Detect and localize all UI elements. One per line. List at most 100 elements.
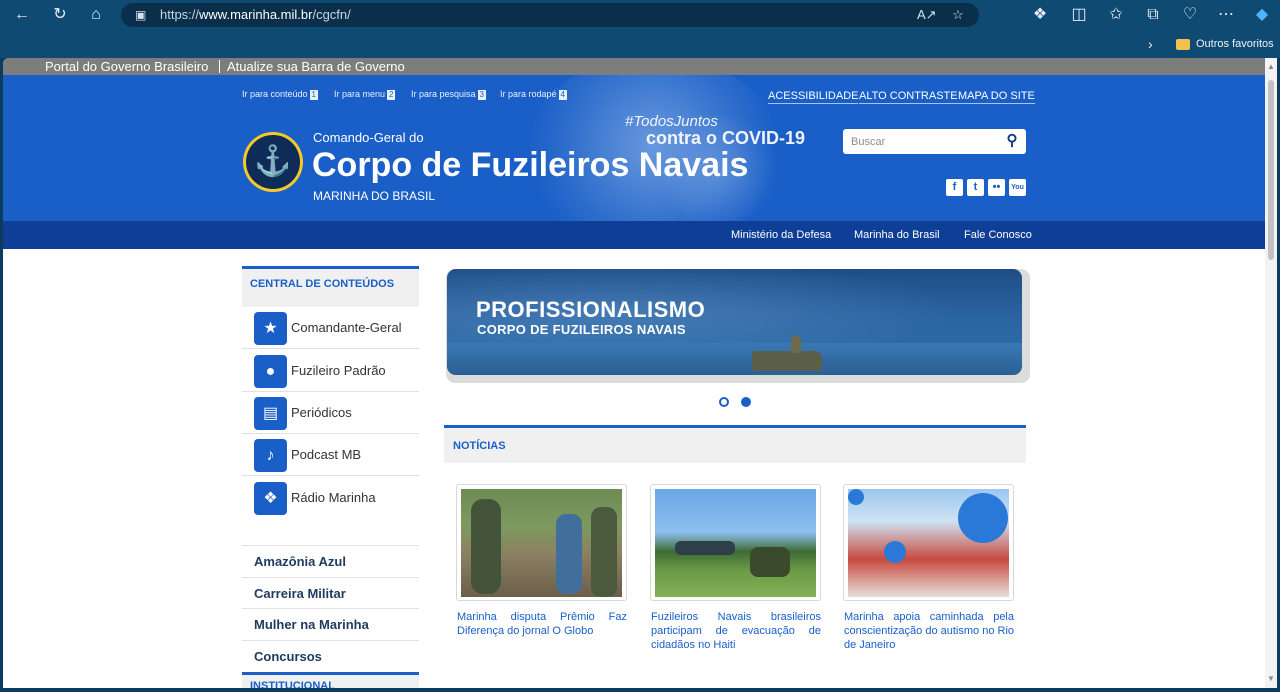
news-photo <box>848 489 1009 597</box>
news-image-2[interactable] <box>650 484 821 601</box>
sidebar-link-carreira-militar[interactable]: Carreira Militar <box>242 577 419 609</box>
sidebar-link-mulher-na-marinha[interactable]: Mulher na Marinha <box>242 608 419 640</box>
site-header: Ir para conteúdo 1 Ir para menu 2 Ir para … <box>3 75 1265 221</box>
banner-slide[interactable]: PROFISSIONALISMO CORPO DE FUZILEIROS NAV… <box>447 269 1022 375</box>
collections-icon[interactable]: ⧉ <box>1141 4 1165 26</box>
sidebar-link-label: Amazônia Azul <box>254 554 346 569</box>
skip-key: 2 <box>387 90 396 100</box>
nav-fale-conosco[interactable]: Fale Conosco <box>964 228 1032 242</box>
read-aloud-icon[interactable]: A↗ <box>917 7 937 23</box>
skip-link-footer[interactable]: Ir para rodapé 4 <box>500 88 567 100</box>
scroll-up-icon[interactable]: ▲ <box>1267 62 1275 72</box>
twitter-icon[interactable]: t <box>967 179 984 196</box>
banner-water <box>447 343 1022 375</box>
covid-slogan: contra o COVID-19 <box>646 128 806 148</box>
news-photo <box>461 489 622 597</box>
book-icon: ▤ <box>254 397 287 430</box>
extensions-icon[interactable]: ❖ <box>1028 4 1052 26</box>
sidebar-item-label: Comandante-Geral <box>291 320 402 335</box>
nav-ministerio-defesa[interactable]: Ministério da Defesa <box>731 228 831 242</box>
skip-label: Ir para conteúdo <box>242 89 308 99</box>
skip-link-menu[interactable]: Ir para menu 2 <box>334 88 396 100</box>
home-icon[interactable]: ⌂ <box>84 4 108 26</box>
address-bar[interactable]: ▣ https://www.marinha.mil.br/cgcfn/ A↗ ☆ <box>121 3 979 27</box>
sidebar-item-label: Rádio Marinha <box>291 490 376 505</box>
youtube-icon[interactable]: You <box>1009 179 1026 196</box>
news-caption-2[interactable]: Fuzileiros Navais brasileiros participam… <box>651 610 821 652</box>
lock-icon: ▣ <box>135 8 147 22</box>
favorites-icon[interactable]: ✩ <box>1104 4 1128 26</box>
carousel-dot-2[interactable] <box>741 397 751 407</box>
photo-balloon <box>848 489 864 505</box>
skip-key: 3 <box>477 90 486 100</box>
banner-vehicle <box>752 351 822 371</box>
page-viewport: Portal do Governo Brasileiro Atualize su… <box>3 58 1265 688</box>
news-heading: NOTÍCIAS <box>444 425 1026 463</box>
sidebar-item-periodicos[interactable]: ▤ Periódicos <box>242 392 419 434</box>
high-contrast-link[interactable]: ALTO CONTRASTE <box>859 89 958 104</box>
scroll-down-icon[interactable]: ▼ <box>1267 674 1275 684</box>
search-box: ⚲ <box>843 129 1026 154</box>
sidebar-item-comandante-geral[interactable]: ★ Comandante-Geral <box>242 307 419 349</box>
sidebar-heading-label: CENTRAL DE CONTEÚDOS <box>250 278 395 290</box>
top-navbar: Ministério da Defesa Marinha do Brasil F… <box>3 221 1265 249</box>
sidebar-item-fuzileiro-padrao[interactable]: ● Fuzileiro Padrão <box>242 350 419 392</box>
sidebar-item-label: Periódicos <box>291 405 352 420</box>
nav-marinha-brasil[interactable]: Marinha do Brasil <box>854 228 940 242</box>
favorites-folder-label[interactable]: Outros favoritos <box>1196 37 1274 51</box>
photo-figure <box>556 514 582 594</box>
site-title[interactable]: Corpo de Fuzileiros Navais <box>312 144 748 186</box>
skip-label: Ir para menu <box>334 89 386 99</box>
flickr-icon[interactable]: •• <box>988 179 1005 196</box>
photo-figure <box>591 507 617 597</box>
accessibility-link[interactable]: ACESSIBILIDADE <box>768 89 859 104</box>
back-icon[interactable]: ← <box>10 4 34 26</box>
sidebar-link-concursos[interactable]: Concursos <box>242 640 419 672</box>
more-menu-icon[interactable]: ⋯ <box>1214 4 1238 26</box>
banner-subtitle: CORPO DE FUZILEIROS NAVAIS <box>477 322 686 337</box>
news-caption-1[interactable]: Marinha disputa Prêmio Faz Diferença do … <box>457 610 627 638</box>
address-url[interactable]: https://www.marinha.mil.br/cgcfn/ <box>160 7 351 23</box>
gov-separator <box>219 60 220 73</box>
site-map-link[interactable]: MAPA DO SITE <box>958 89 1035 104</box>
browser-essentials-icon[interactable]: ♡ <box>1178 4 1202 26</box>
sidebar-link-label: Concursos <box>254 649 322 664</box>
sidebar-link-amazonia-azul[interactable]: Amazônia Azul <box>242 545 419 577</box>
scroll-thumb[interactable] <box>1268 80 1274 260</box>
profile-icon: ● <box>254 355 287 388</box>
skip-key: 1 <box>309 90 318 100</box>
split-screen-icon[interactable]: ◫ <box>1067 4 1091 26</box>
facebook-icon[interactable]: f <box>946 179 963 196</box>
radio-tower-icon: ❖ <box>254 482 287 515</box>
sidebar-item-label: Fuzileiro Padrão <box>291 363 386 378</box>
anchor-icon: ⚓ <box>246 135 300 189</box>
skip-link-search[interactable]: Ir para pesquisa 3 <box>411 88 486 100</box>
refresh-icon[interactable]: ↻ <box>48 4 72 26</box>
search-icon[interactable]: ⚲ <box>1003 132 1021 150</box>
gov-update-link[interactable]: Atualize sua Barra de Governo <box>227 59 405 75</box>
banner-carousel[interactable]: PROFISSIONALISMO CORPO DE FUZILEIROS NAV… <box>446 269 1030 383</box>
sidebar-item-radio-marinha[interactable]: ❖ Rádio Marinha <box>242 477 419 519</box>
copilot-icon[interactable]: ◆ <box>1250 4 1274 26</box>
sidebar-item-podcast[interactable]: ♪ Podcast MB <box>242 434 419 476</box>
skip-label: Ir para rodapé <box>500 89 557 99</box>
url-host: www.marinha.mil.br <box>199 7 313 22</box>
sidebar-link-label: Mulher na Marinha <box>254 617 369 632</box>
government-bar: Portal do Governo Brasileiro Atualize su… <box>3 58 1265 75</box>
browser-chrome: ← ↻ ⌂ ▣ https://www.marinha.mil.br/cgcfn… <box>0 0 1280 58</box>
site-logo[interactable]: ⚓ <box>243 132 303 192</box>
gov-portal-link[interactable]: Portal do Governo Brasileiro <box>45 59 208 75</box>
photo-figure <box>471 499 501 594</box>
banner-title: PROFISSIONALISMO <box>476 297 706 322</box>
search-input[interactable] <box>851 134 1001 149</box>
news-image-1[interactable] <box>456 484 627 601</box>
sidebar-item-label: Podcast MB <box>291 447 362 462</box>
carousel-dot-1[interactable] <box>719 397 729 407</box>
news-image-3[interactable] <box>843 484 1014 601</box>
news-caption-3[interactable]: Marinha apoia caminhada pela conscientiz… <box>844 610 1014 652</box>
chevron-right-icon[interactable]: › <box>1148 36 1153 52</box>
photo-helicopter <box>675 541 735 555</box>
favorite-star-icon[interactable]: ☆ <box>949 7 967 23</box>
page-scrollbar[interactable]: ▲ ▼ <box>1265 58 1277 688</box>
skip-link-content[interactable]: Ir para conteúdo 1 <box>242 88 318 100</box>
